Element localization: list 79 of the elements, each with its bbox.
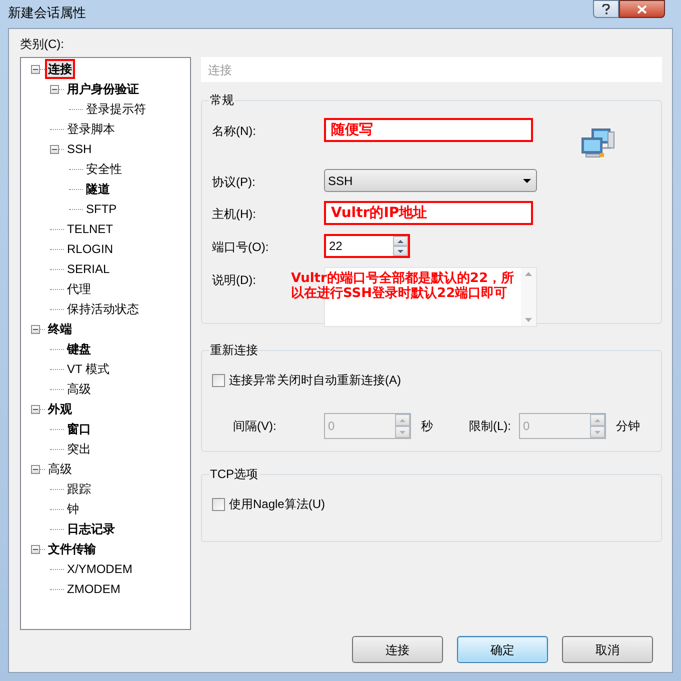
tree-item[interactable]: 窗口: [64, 419, 94, 439]
tree-item[interactable]: VT 模式: [64, 359, 112, 379]
expander-icon[interactable]: [31, 324, 40, 334]
tree-item[interactable]: 代理: [64, 279, 94, 299]
up-arrow-icon: [396, 238, 405, 244]
group-title: 重新连接: [209, 342, 259, 358]
checkbox[interactable]: [212, 374, 225, 386]
expander-icon[interactable]: [31, 464, 40, 474]
spin-down-button[interactable]: [393, 246, 408, 256]
tree-item[interactable]: 隧道: [83, 179, 113, 199]
network-computers-icon: [581, 128, 615, 160]
tree-item[interactable]: 登录提示符: [83, 99, 149, 119]
dialog-button[interactable]: 确定: [457, 636, 548, 663]
down-arrow-icon: [593, 429, 602, 435]
dialog-button[interactable]: 取消: [562, 636, 653, 663]
down-arrow-icon: [398, 429, 407, 435]
scroll-down-arrow-icon: [525, 318, 532, 322]
dialog-button[interactable]: 连接: [352, 636, 443, 663]
window-title: 新建会话属性: [8, 4, 86, 22]
field-label: 说明(D):: [212, 273, 256, 287]
unit-label: 分钟: [616, 418, 640, 435]
text-field[interactable]: Vultr的IP地址: [324, 201, 533, 225]
up-arrow-icon: [398, 417, 407, 423]
port-spinner[interactable]: 22: [324, 234, 410, 258]
tree-item[interactable]: 用户身份验证: [64, 79, 142, 99]
checkbox-label[interactable]: 连接异常关闭时自动重新连接(A): [229, 371, 401, 389]
tree-item[interactable]: 日志记录: [64, 519, 118, 539]
down-arrow-icon: [396, 248, 405, 254]
expander-icon[interactable]: [31, 544, 40, 554]
tree-item[interactable]: 登录脚本: [64, 119, 118, 139]
tree-item[interactable]: X/YMODEM: [64, 559, 136, 579]
field-label: 名称(N):: [212, 124, 256, 138]
tree-item[interactable]: 跟踪: [64, 479, 94, 499]
close-icon: [637, 4, 647, 14]
expander-icon[interactable]: [50, 84, 59, 94]
tree-item[interactable]: SFTP: [83, 199, 120, 219]
tree-item[interactable]: ZMODEM: [64, 579, 124, 599]
tree-item[interactable]: 安全性: [83, 159, 125, 179]
tree-item[interactable]: 高级: [45, 459, 75, 479]
tree-item[interactable]: 终端: [45, 319, 75, 339]
tree-item[interactable]: 外观: [45, 399, 75, 419]
field-label: 主机(H):: [212, 207, 256, 221]
close-button[interactable]: [619, 0, 665, 18]
group-title: 常规: [209, 92, 235, 108]
tree-item[interactable]: SSH: [64, 139, 95, 159]
expander-icon[interactable]: [31, 64, 40, 74]
protocol-dropdown[interactable]: SSH: [324, 169, 537, 192]
expander-icon[interactable]: [50, 144, 59, 154]
field-label: 限制(L):: [469, 418, 512, 435]
tree-item[interactable]: TELNET: [64, 219, 116, 239]
tree-item[interactable]: 钟: [64, 499, 82, 519]
tree-item[interactable]: RLOGIN: [64, 239, 116, 259]
tree-item[interactable]: 连接: [45, 59, 75, 79]
category-label: 类别(C):: [20, 37, 65, 51]
spin-up-button[interactable]: [393, 236, 408, 246]
tree-item[interactable]: 保持活动状态: [64, 299, 142, 319]
help-icon: [602, 4, 610, 14]
page-header: 连接: [201, 57, 662, 82]
category-tree[interactable]: 连接 用户身份验证 登录提示符 登录脚本 SSH 安全性 隧道 SFTP TELNET RLOGIN SERIAL 代理 保持活动状态 终端 键盘 VT 模式 高级 外观 窗口 突出 高级 跟踪 钟 日志记录 文件传输 X/YMODEM ZMODEM: [20, 57, 191, 630]
scroll-up-arrow-icon: [525, 272, 532, 276]
dropdown-arrow-icon: [523, 178, 531, 182]
unit-label: 秒: [421, 418, 434, 435]
field-label: 间隔(V):: [233, 418, 278, 435]
checkbox-label[interactable]: 使用Nagle算法(U): [229, 495, 326, 513]
text-field[interactable]: 随便写: [324, 118, 533, 142]
scrollbar[interactable]: [521, 268, 536, 326]
tree-item[interactable]: 突出: [64, 439, 94, 459]
field-label: 协议(P):: [212, 175, 256, 189]
expander-icon[interactable]: [31, 404, 40, 414]
up-arrow-icon: [593, 417, 602, 423]
tree-item[interactable]: SERIAL: [64, 259, 113, 279]
checkbox[interactable]: [212, 498, 225, 510]
help-button[interactable]: [593, 0, 619, 18]
annotation-note: Vultr的端口号全部都是默认的22，所以在进行SSH登录时默认22端口即可: [291, 271, 515, 301]
group-title: TCP选项: [209, 466, 259, 482]
tree-item[interactable]: 高级: [64, 379, 94, 399]
tree-item[interactable]: 文件传输: [45, 539, 99, 559]
tree-item[interactable]: 键盘: [64, 339, 94, 359]
field-label: 端口号(O):: [212, 240, 269, 254]
